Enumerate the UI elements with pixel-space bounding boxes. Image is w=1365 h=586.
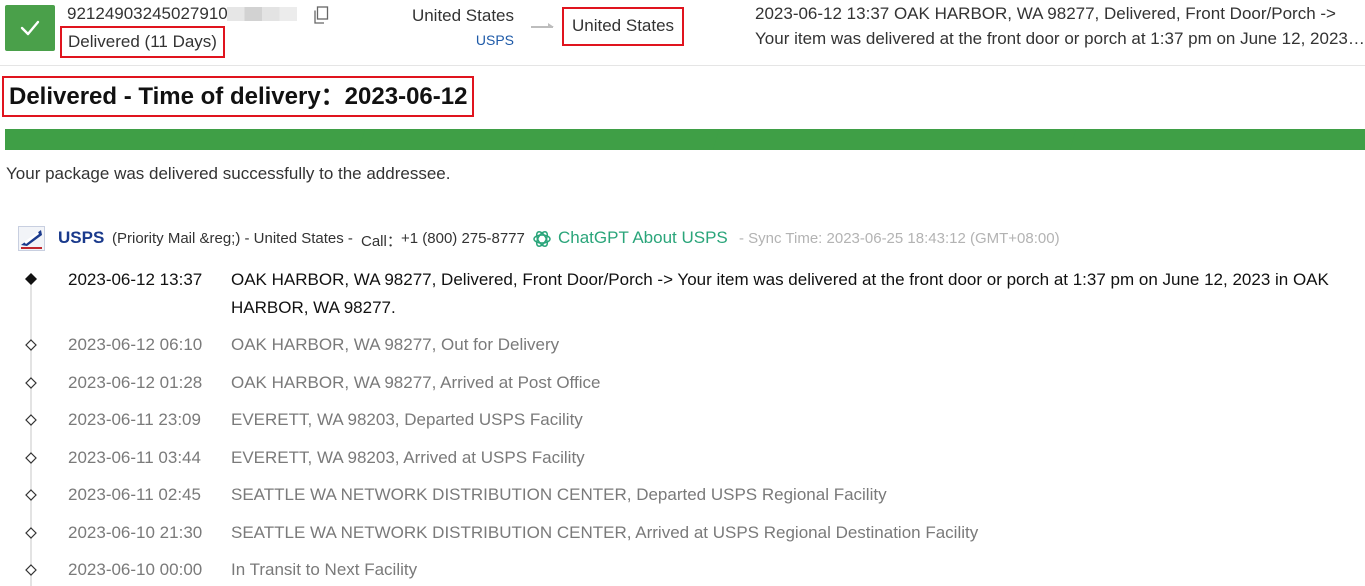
event-time: 2023-06-12 13:37 [68, 270, 203, 289]
event-description: In Transit to Next Facility [231, 560, 418, 579]
filled-diamond-icon [25, 273, 37, 285]
hollow-diamond-icon [25, 414, 37, 426]
event-description: OAK HARBOR, WA 98277, Out for Delivery [231, 335, 560, 354]
call-label: Call： [361, 233, 402, 250]
carrier-phone[interactable]: +1 (800) 275-8777 [401, 230, 525, 247]
event-time: 2023-06-10 00:00 [68, 560, 203, 579]
hollow-diamond-icon [25, 489, 37, 501]
event-description: SEATTLE WA NETWORK DISTRIBUTION CENTER, … [231, 523, 979, 542]
carrier-service: (Priority Mail &reg;) - United States - [112, 230, 353, 247]
event-description: OAK HARBOR, WA 98277, Arrived at Post Of… [231, 373, 601, 392]
delivery-status-label: Delivered (11 Days) [60, 26, 225, 58]
sync-time: - Sync Time: 2023-06-25 18:43:12 (GMT+08… [739, 230, 1060, 247]
event-time: 2023-06-11 23:09 [68, 410, 201, 429]
progress-segment-2 [359, 129, 721, 150]
openai-icon[interactable] [532, 229, 552, 249]
event-time: 2023-06-11 03:44 [68, 448, 201, 467]
hollow-diamond-icon [25, 527, 37, 539]
delivery-progress-bar [5, 129, 1365, 150]
carrier-link[interactable]: USPS [420, 32, 514, 48]
timeline-line [30, 278, 32, 586]
arrow-right-icon [531, 23, 554, 28]
divider [0, 65, 1365, 66]
chatgpt-about-carrier-link[interactable]: ChatGPT About USPS [558, 228, 728, 248]
progress-segment-3 [713, 129, 1078, 150]
hollow-diamond-icon [25, 564, 37, 576]
tracking-number: 9212490324502791​0 [67, 4, 228, 23]
hollow-diamond-icon [25, 452, 37, 464]
progress-segments [5, 129, 1365, 150]
event-time: 2023-06-12 06:10 [68, 335, 203, 354]
carrier-name[interactable]: USPS [58, 228, 104, 248]
event-description: EVERETT, WA 98203, Departed USPS Facilit… [231, 410, 583, 429]
event-description: EVERETT, WA 98203, Arrived at USPS Facil… [231, 448, 585, 467]
hollow-diamond-icon [25, 377, 37, 389]
event-time: 2023-06-10 21:30 [68, 523, 203, 542]
event-description: SEATTLE WA NETWORK DISTRIBUTION CENTER, … [231, 485, 887, 504]
event-time: 2023-06-11 02:45 [68, 485, 201, 504]
latest-event-summary: 2023-06-12 13:37 OAK HARBOR, WA 98277, D… [755, 4, 1336, 23]
copy-icon[interactable] [313, 6, 329, 24]
usps-eagle-logo [18, 226, 45, 251]
event-description: OAK HARBOR, WA 98277, Delivered, Front D… [231, 270, 1329, 317]
tracking-number-mask [227, 7, 297, 21]
checkmark-icon [20, 20, 40, 36]
delivered-status-icon-box [5, 5, 55, 51]
destination-country: United States [562, 7, 685, 46]
latest-event-detail: Your item was delivered at the front doo… [755, 29, 1365, 48]
progress-segment-4 [1070, 129, 1365, 150]
origin-country: United States [411, 6, 514, 25]
progress-segment-1 [5, 129, 367, 150]
event-time: 2023-06-12 01:28 [68, 373, 203, 392]
delivery-summary: Your package was delivered successfully … [6, 164, 451, 183]
delivery-headline: Delivered - Time of delivery：2023-06-12 [2, 76, 475, 117]
hollow-diamond-icon [25, 339, 37, 351]
